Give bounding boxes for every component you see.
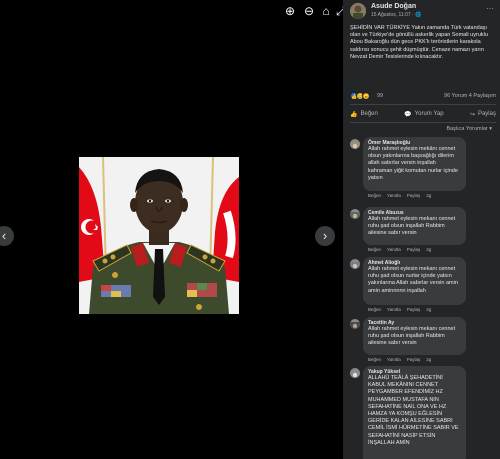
comment-bubble: Ahmet Alioğlı Allah rahmet eylesin mekan… xyxy=(363,257,466,305)
share-button[interactable]: ↪ Paylaş xyxy=(470,107,496,121)
comment-time[interactable]: 2g xyxy=(426,193,431,198)
like-button[interactable]: 👍 Beğen xyxy=(350,107,378,121)
soldier-portrait-image xyxy=(79,157,239,314)
fullscreen-icon[interactable]: ⤢ xyxy=(336,4,346,18)
reaction-count[interactable]: 99 xyxy=(377,93,383,99)
chevron-right-icon: › xyxy=(322,228,328,243)
post-header: Asude Doğan 15 Ağustos, 11:07 · 🌐 ··· xyxy=(343,0,500,22)
photo-viewer: ⊕ ⊖ ⌂ ⤢ ‹ › xyxy=(0,0,346,459)
commenter-avatar[interactable] xyxy=(350,209,360,219)
comment-reply-link[interactable]: Yanıtla xyxy=(387,193,401,198)
comment-text: Allah rahmet eylesin mekanı cennet ruhu … xyxy=(368,326,456,347)
comment-bubble: Yakup Yüksel ALLAHÜ TEÂLÂ ŞEHADETİNİ KAB… xyxy=(363,366,466,459)
share-label: Paylaş xyxy=(477,111,496,117)
comment-like-link[interactable]: Beğen xyxy=(368,247,381,252)
comment-text: Allah rahmet eylesin mekanı cennet ruhu … xyxy=(368,216,456,237)
thumbs-up-icon: 👍 xyxy=(350,111,358,118)
reaction-bar: 👍 😢 😠 99 96 Yorum 4 Paylaşım xyxy=(350,92,496,102)
comment-time[interactable]: 2g xyxy=(426,247,431,252)
comment-like-link[interactable]: Beğen xyxy=(368,357,381,362)
comment-time[interactable]: 2g xyxy=(426,357,431,362)
tag-icon[interactable]: ⌂ xyxy=(319,4,333,18)
comment-actions: Beğen Yanıtla Paylaş 2g xyxy=(368,193,431,198)
comment-text: Allah rahmet eylesin mekânı cennet olsun… xyxy=(368,146,458,181)
comment-button[interactable]: 💬 Yorum Yap xyxy=(404,107,443,121)
comment-actions: Beğen Yanıtla Paylaş 2g xyxy=(368,357,431,362)
zoom-out-icon[interactable]: ⊖ xyxy=(302,4,316,18)
comment-bubble: Ömer Maraşlıoğlu Allah rahmet eylesin me… xyxy=(363,137,466,191)
comment-reply-link[interactable]: Yanıtla xyxy=(387,247,401,252)
comment-bubble: Tacettin Ay Allah rahmet eylesin mekanı … xyxy=(363,317,466,355)
post-panel: Asude Doğan 15 Ağustos, 11:07 · 🌐 ··· ŞE… xyxy=(343,0,500,459)
comment-item: Yakup Yüksel ALLAHÜ TEÂLÂ ŞEHADETİNİ KAB… xyxy=(350,366,496,459)
author-name[interactable]: Asude Doğan xyxy=(371,3,416,10)
commenter-avatar[interactable] xyxy=(350,368,360,378)
comment-text: Allah rahmet eylesin mekanı cennet ruhu … xyxy=(368,266,458,294)
comment-item: Ahmet Alioğlı Allah rahmet eylesin mekan… xyxy=(350,257,496,313)
comment-like-link[interactable]: Beğen xyxy=(368,307,381,312)
comment-bubble: Cemile Abuzus Allah rahmet eylesin mekan… xyxy=(363,207,466,245)
comment-share-link[interactable]: Paylaş xyxy=(407,357,421,362)
comment-actions: Beğen Yanıtla Paylaş 2g xyxy=(368,247,431,252)
comments-shares-count[interactable]: 96 Yorum 4 Paylaşım xyxy=(444,93,496,99)
author-avatar[interactable] xyxy=(350,3,366,19)
like-label: Beğen xyxy=(360,111,378,117)
comment-reply-link[interactable]: Yanıtla xyxy=(387,357,401,362)
comment-icon: 💬 xyxy=(404,111,412,118)
comment-share-link[interactable]: Paylaş xyxy=(407,307,421,312)
next-photo-button[interactable]: › xyxy=(315,226,335,246)
commenter-avatar[interactable] xyxy=(350,259,360,269)
post-date[interactable]: 15 Ağustos, 11:07 · 🌐 xyxy=(371,12,421,18)
comment-actions: Beğen Yanıtla Paylaş 2g xyxy=(368,307,431,312)
comment-share-link[interactable]: Paylaş xyxy=(407,247,421,252)
more-options-icon[interactable]: ··· xyxy=(486,4,494,13)
zoom-in-icon[interactable]: ⊕ xyxy=(283,4,297,18)
comment-text: ALLAHÜ TEÂLÂ ŞEHADETİNİ KABUL MEKÂNINI C… xyxy=(368,375,459,446)
post-photo xyxy=(79,157,239,314)
comment-item: Tacettin Ay Allah rahmet eylesin mekanı … xyxy=(350,317,496,365)
divider xyxy=(350,104,496,105)
previous-photo-button[interactable]: ‹ xyxy=(0,226,14,246)
commenter-avatar[interactable] xyxy=(350,139,360,149)
comment-item: Ömer Maraşlıoğlu Allah rahmet eylesin me… xyxy=(350,137,496,199)
post-actions: 👍 Beğen 💬 Yorum Yap ↪ Paylaş xyxy=(350,107,496,121)
reaction-icons[interactable]: 👍 😢 😠 xyxy=(350,92,370,100)
comment-label: Yorum Yap xyxy=(414,111,444,117)
comment-share-link[interactable]: Paylaş xyxy=(407,193,421,198)
comment-reply-link[interactable]: Yanıtla xyxy=(387,307,401,312)
comment-like-link[interactable]: Beğen xyxy=(368,193,381,198)
commenter-avatar[interactable] xyxy=(350,319,360,329)
divider xyxy=(350,122,496,123)
chevron-left-icon: ‹ xyxy=(1,228,7,243)
angry-reaction-icon: 😠 xyxy=(362,92,370,100)
comment-time[interactable]: 2g xyxy=(426,307,431,312)
share-icon: ↪ xyxy=(469,111,475,118)
comment-item: Cemile Abuzus Allah rahmet eylesin mekan… xyxy=(350,207,496,255)
app-root: ⊕ ⊖ ⌂ ⤢ ‹ › Asude Doğan 15 Ağustos, 11:0… xyxy=(0,0,500,459)
comment-sort-dropdown[interactable]: Başlıca Yorumlar ▾ xyxy=(446,126,492,132)
post-text: ŞEHİDİN VAR TÜRKİYE Yakın zamanda Türk v… xyxy=(350,25,488,60)
